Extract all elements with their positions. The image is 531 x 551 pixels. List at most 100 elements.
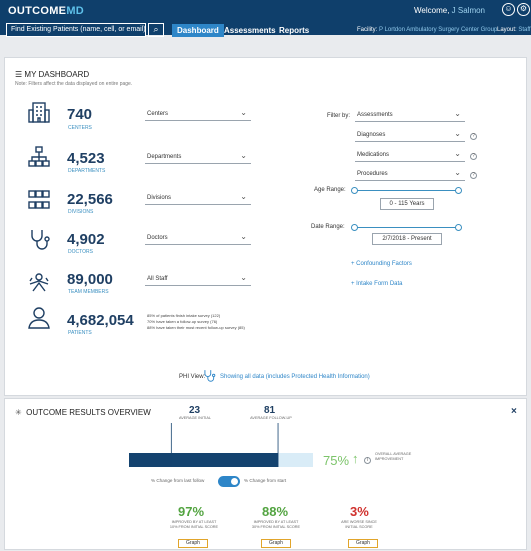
filter-by-label: Filter by:: [327, 113, 351, 119]
tab-reports[interactable]: Reports: [279, 24, 309, 37]
centers-count: 740: [67, 106, 93, 123]
user-circle-icon[interactable]: ☺: [502, 3, 515, 16]
layout-selector[interactable]: Layout: Staff: [497, 27, 531, 33]
team-icon: [29, 273, 49, 292]
info-icon[interactable]: i: [364, 457, 371, 464]
worse-caption: ARE WORSE SINCE INITIAL SCORE: [341, 520, 377, 529]
patient-search-input[interactable]: Find Existing Patients (name, cell, or e…: [6, 23, 146, 37]
date-range-max-handle[interactable]: [455, 224, 462, 231]
tab-dashboard[interactable]: Dashboard: [172, 24, 224, 37]
diagnoses-filter-select[interactable]: Diagnoses ⌄: [355, 129, 465, 142]
top-nav-bar: OUTCOMEMD Welcome, J Salmon ☺ ⚙ Find Exi…: [0, 0, 531, 37]
overall-improvement-label: OVERALL AVERAGE IMPROVEMENT: [375, 452, 412, 461]
phi-view-status[interactable]: Showing all data (includes Protected Hea…: [220, 374, 370, 380]
dashboard-title-text: MY DASHBOARD: [24, 70, 90, 79]
patients-label: PATIENTS: [68, 330, 92, 336]
graph-button-worse[interactable]: Graph: [348, 539, 378, 548]
logo-accent: MD: [66, 5, 85, 17]
divisions-select-value: Divisions: [147, 195, 172, 201]
medications-filter-value: Medications: [357, 152, 390, 158]
age-range-value: 0 - 115 Years: [380, 198, 434, 210]
help-icon[interactable]: ?: [470, 133, 477, 140]
diagnoses-filter-value: Diagnoses: [357, 132, 386, 138]
intake-form-data-link[interactable]: + Intake Form Data: [351, 281, 403, 287]
overall-improvement-value: 75%: [323, 453, 350, 468]
medications-filter-select[interactable]: Medications ⌄: [355, 149, 465, 162]
user-name[interactable]: J Salmon: [452, 6, 485, 15]
facility-label: Facility:: [357, 27, 378, 33]
staff-select[interactable]: All Staff ⌄: [145, 273, 251, 286]
welcome-message: Welcome, J Salmon: [414, 6, 485, 15]
chevron-down-icon: ⌄: [240, 151, 247, 160]
doctors-label: DOCTORS: [68, 249, 93, 255]
search-icon[interactable]: ⌕: [148, 23, 164, 37]
improved-30-pct: 88%: [262, 504, 289, 519]
date-range-track[interactable]: [355, 227, 459, 228]
stethoscope-icon[interactable]: [202, 369, 216, 383]
assessments-filter-select[interactable]: Assessments ⌄: [355, 109, 465, 122]
team-members-label: TEAM MEMBERS: [68, 289, 109, 295]
chevron-down-icon: ⌄: [240, 273, 247, 282]
chevron-down-icon: ⌄: [240, 192, 247, 201]
graph-button-improved-30[interactable]: Graph: [261, 539, 291, 548]
patients-count: 4,682,054: [67, 312, 134, 329]
improved-10-caption: IMPROVED BY AT LEAST 10% FROM INITIAL SC…: [169, 520, 219, 529]
doctors-count: 4,902: [67, 231, 105, 248]
divisions-icon: [28, 190, 50, 209]
centers-select[interactable]: Centers ⌄: [145, 108, 251, 121]
patient-note-recent: 88% have taken their most recent follow-…: [147, 325, 245, 330]
arrow-up-icon: ↑: [352, 451, 359, 466]
centers-label: CENTERS: [68, 125, 92, 131]
toggle-left-label: % Change from last follow: [151, 478, 205, 483]
departments-select-value: Departments: [147, 154, 182, 160]
layout-label: Layout:: [497, 27, 517, 33]
age-range-label: Age Range:: [314, 187, 346, 193]
layout-value[interactable]: Staff: [518, 27, 530, 33]
chevron-down-icon: ⌄: [240, 108, 247, 117]
departments-select[interactable]: Departments ⌄: [145, 151, 251, 164]
chevron-down-icon: ⌄: [454, 149, 461, 158]
divisions-label: DIVISIONS: [68, 209, 94, 215]
help-icon[interactable]: ?: [470, 172, 477, 179]
facility-value[interactable]: P Lortdon Ambulatory Surgery Center Grou…: [379, 27, 497, 33]
logo-text: OUTCOME: [8, 5, 67, 17]
divisions-count: 22,566: [67, 191, 113, 208]
dashboard-title: ☰ MY DASHBOARD: [15, 70, 90, 79]
patient-note-intake: 85% of patients finish intake survey (12…: [147, 313, 221, 318]
confounding-factors-link[interactable]: + Confounding Factors: [351, 261, 412, 267]
dashboard-card: ☰ MY DASHBOARD Note: Filters affect the …: [4, 57, 527, 396]
procedures-filter-value: Procedures: [357, 171, 388, 177]
doctors-select-value: Doctors: [147, 235, 168, 241]
dashboard-subtitle: Note: Filters affect the data displayed …: [15, 81, 133, 87]
improved-30-caption: IMPROVED BY AT LEAST 30% FROM INITIAL SC…: [251, 520, 301, 529]
facility-selector[interactable]: Facility: P Lortdon Ambulatory Surgery C…: [357, 27, 497, 33]
age-range-min-handle[interactable]: [351, 187, 358, 194]
change-mode-toggle[interactable]: [218, 476, 240, 487]
patient-note-followup: 70% have taken a follow-up survey (76): [147, 319, 218, 324]
team-members-count: 89,000: [67, 271, 113, 288]
date-range-min-handle[interactable]: [351, 224, 358, 231]
departments-count: 4,523: [67, 150, 105, 167]
welcome-prefix: Welcome,: [414, 6, 450, 15]
age-range-max-handle[interactable]: [455, 187, 462, 194]
divisions-select[interactable]: Divisions ⌄: [145, 192, 251, 205]
settings-gear-icon[interactable]: ⚙: [517, 3, 530, 16]
help-icon[interactable]: ?: [470, 153, 477, 160]
improvement-bar-fill: [129, 453, 279, 467]
date-range-value: 2/7/2018 - Present: [372, 233, 442, 245]
building-icon: [28, 102, 50, 123]
departments-label: DEPARTMENTS: [68, 168, 106, 174]
doctors-select[interactable]: Doctors ⌄: [145, 232, 251, 245]
assessments-filter-value: Assessments: [357, 112, 393, 118]
app-logo[interactable]: OUTCOMEMD: [8, 5, 84, 17]
worse-pct: 3%: [350, 504, 369, 519]
chevron-down-icon: ⌄: [240, 232, 247, 241]
org-chart-icon: [28, 146, 50, 167]
graph-button-improved-10[interactable]: Graph: [178, 539, 208, 548]
chevron-down-icon: ⌄: [454, 129, 461, 138]
chevron-down-icon: ⌄: [454, 109, 461, 118]
person-icon: [28, 307, 50, 329]
tab-assessments[interactable]: Assessments: [224, 24, 276, 37]
age-range-track[interactable]: [355, 190, 459, 191]
procedures-filter-select[interactable]: Procedures ⌄: [355, 168, 465, 181]
